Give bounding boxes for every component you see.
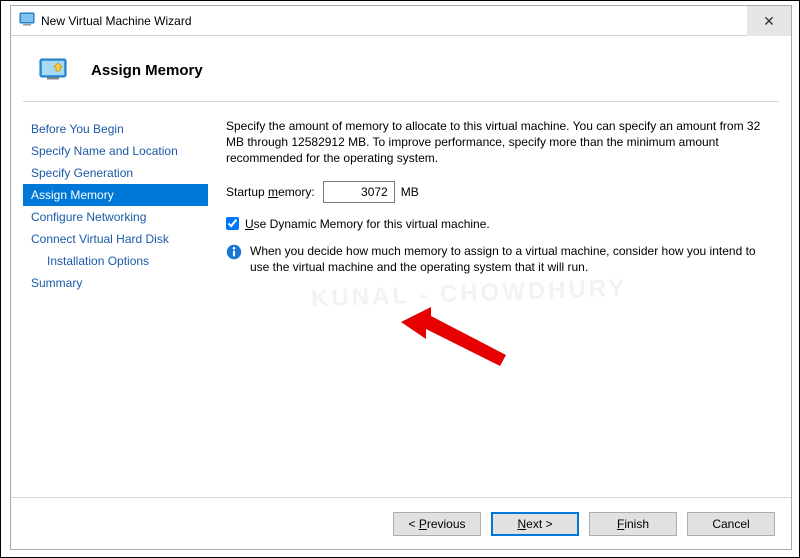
- titlebar: New Virtual Machine Wizard ✕: [11, 6, 791, 36]
- dynamic-memory-checkbox[interactable]: [226, 217, 239, 230]
- step-summary[interactable]: Summary: [23, 272, 208, 294]
- step-assign-memory[interactable]: Assign Memory: [23, 184, 208, 206]
- wizard-header: Assign Memory: [11, 36, 791, 101]
- step-specify-name-location[interactable]: Specify Name and Location: [23, 140, 208, 162]
- cancel-button[interactable]: Cancel: [687, 512, 775, 536]
- step-before-you-begin[interactable]: Before You Begin: [23, 118, 208, 140]
- step-connect-vhd[interactable]: Connect Virtual Hard Disk: [23, 228, 208, 250]
- step-specify-generation[interactable]: Specify Generation: [23, 162, 208, 184]
- wizard-steps: Before You Begin Specify Name and Locati…: [23, 114, 208, 497]
- memory-description: Specify the amount of memory to allocate…: [226, 118, 771, 167]
- info-text: When you decide how much memory to assig…: [250, 243, 771, 275]
- startup-memory-input[interactable]: [323, 181, 395, 203]
- wizard-content: Specify the amount of memory to allocate…: [208, 114, 779, 497]
- startup-memory-unit: MB: [401, 185, 419, 199]
- window-title: New Virtual Machine Wizard: [41, 14, 192, 28]
- info-row: When you decide how much memory to assig…: [226, 243, 771, 275]
- wizard-footer: < Previous Next > Finish Cancel: [11, 497, 791, 549]
- startup-memory-label: Startup memory:: [226, 185, 315, 199]
- close-button[interactable]: ✕: [747, 6, 791, 36]
- wizard-window: New Virtual Machine Wizard ✕ Assign Memo…: [10, 5, 792, 550]
- wizard-header-icon: [39, 58, 67, 83]
- step-configure-networking[interactable]: Configure Networking: [23, 206, 208, 228]
- previous-button[interactable]: < Previous: [393, 512, 481, 536]
- app-icon: [19, 11, 35, 30]
- wizard-body: Before You Begin Specify Name and Locati…: [11, 102, 791, 497]
- dynamic-memory-label: Use Dynamic Memory for this virtual mach…: [245, 217, 490, 231]
- info-icon: [226, 244, 242, 264]
- finish-button[interactable]: Finish: [589, 512, 677, 536]
- next-button[interactable]: Next >: [491, 512, 579, 536]
- page-title: Assign Memory: [91, 62, 203, 79]
- step-installation-options[interactable]: Installation Options: [23, 250, 208, 272]
- dynamic-memory-row[interactable]: Use Dynamic Memory for this virtual mach…: [226, 217, 771, 231]
- startup-memory-row: Startup memory: MB: [226, 181, 771, 203]
- close-icon: ✕: [763, 13, 775, 30]
